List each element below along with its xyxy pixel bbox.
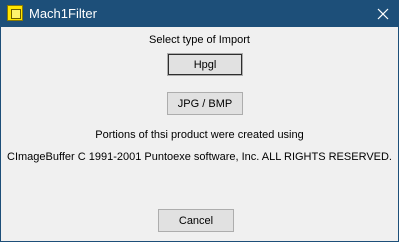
title-bar[interactable]: Mach1Filter bbox=[1, 0, 398, 27]
window-title: Mach1Filter bbox=[29, 6, 97, 21]
hpgl-button[interactable]: Hpgl bbox=[167, 53, 243, 76]
mach1-app-icon[interactable] bbox=[7, 5, 23, 21]
notice-line-2: CImageBuffer C 1991-2001 Puntoexe softwa… bbox=[7, 151, 392, 163]
cancel-button[interactable]: Cancel bbox=[158, 209, 234, 232]
notice-line-1: Portions of thsi product were created us… bbox=[95, 129, 304, 141]
close-button[interactable] bbox=[368, 0, 398, 27]
close-icon bbox=[377, 8, 389, 20]
jpg-bmp-button[interactable]: JPG / BMP bbox=[167, 92, 243, 115]
import-type-prompt: Select type of Import bbox=[149, 34, 250, 46]
dialog-window: Mach1Filter Select type of Import Hpgl J… bbox=[0, 0, 399, 242]
